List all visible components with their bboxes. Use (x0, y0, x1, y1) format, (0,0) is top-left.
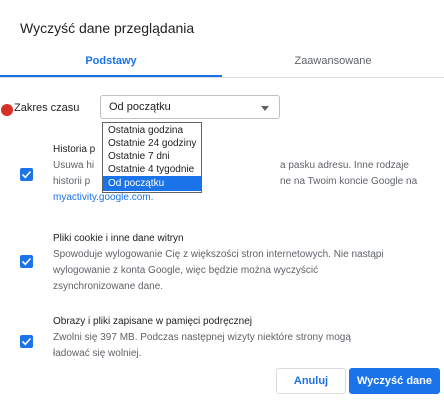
dropdown-option-last-24-hours[interactable]: Ostatnie 24 godziny (103, 137, 201, 150)
tab-bar: Podstawy Zaawansowane (0, 47, 444, 77)
dropdown-option-all-time[interactable]: Od początku (103, 176, 201, 191)
cache-desc-line: Zwolni się 397 MB. Podczas następnej wiz… (53, 332, 351, 343)
cookies-checkbox[interactable] (20, 255, 33, 268)
time-range-selected-value: Od początku (109, 101, 171, 113)
history-desc-line: ne na Twoim koncie Google na (280, 176, 418, 187)
cache-desc-line: ładować się wolniej. (53, 348, 142, 359)
check-icon (21, 257, 32, 266)
cache-description: Zwolni się 397 MB. Podczas następnej wiz… (53, 330, 433, 362)
time-range-label: Zakres czasu (14, 102, 80, 114)
red-dot-marker (1, 104, 13, 116)
time-range-dropdown: Ostatnia godzina Ostatnie 24 godziny Ost… (102, 122, 202, 193)
dropdown-option-last-7-days[interactable]: Ostatnie 7 dni (103, 150, 201, 163)
check-icon (21, 170, 32, 179)
cache-checkbox[interactable] (20, 335, 33, 348)
check-icon (21, 337, 32, 346)
cookies-title: Pliki cookie i inne dane witryn (53, 233, 184, 244)
clear-data-button[interactable]: Wyczyść dane (349, 368, 440, 394)
tab-advanced[interactable]: Zaawansowane (222, 47, 444, 77)
cookies-desc-line: wylogowanie z konta Google, więc będzie … (53, 265, 319, 276)
time-range-select[interactable]: Od początku (100, 95, 280, 119)
cookies-description: Spowoduje wylogowanie Cię z większości s… (53, 247, 433, 295)
dropdown-option-last-hour[interactable]: Ostatnia godzina (103, 124, 201, 137)
clear-browsing-data-dialog: Wyczyść dane przeglądania Podstawy Zaawa… (0, 0, 444, 420)
chevron-down-icon (261, 106, 269, 111)
dialog-title: Wyczyść dane przeglądania (20, 20, 195, 36)
history-description-right: a pasku adresu. Inne rodzaje ne na Twoim… (280, 158, 444, 190)
tab-basic[interactable]: Podstawy (0, 47, 222, 77)
dropdown-option-last-4-weeks[interactable]: Ostatnie 4 tygodnie (103, 163, 201, 176)
tabs-divider (0, 77, 444, 78)
history-desc-line: a pasku adresu. Inne rodzaje (280, 160, 409, 171)
cancel-button[interactable]: Anuluj (276, 368, 346, 394)
cache-title: Obrazy i pliki zapisane w pamięci podręc… (53, 316, 252, 327)
cookies-desc-line: Spowoduje wylogowanie Cię z większości s… (53, 249, 384, 260)
cookies-desc-line: zsynchronizowane dane. (53, 281, 164, 292)
history-title: Historia p (53, 144, 96, 155)
history-checkbox[interactable] (20, 168, 33, 181)
